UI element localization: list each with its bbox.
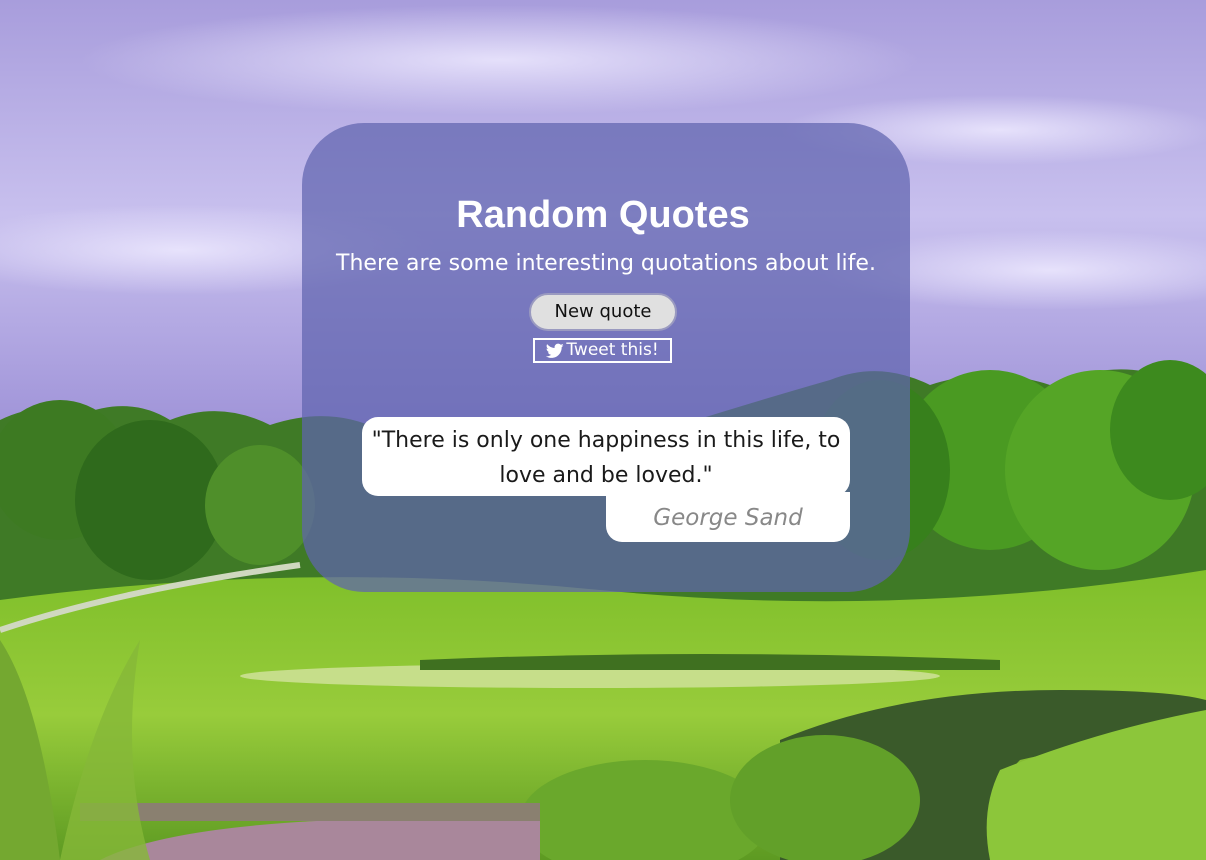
page-title: Random Quotes bbox=[456, 194, 750, 236]
tweet-button[interactable]: Tweet this! bbox=[533, 338, 672, 363]
quote-text: "There is only one happiness in this lif… bbox=[362, 417, 850, 496]
tweet-button-label: Tweet this! bbox=[566, 340, 659, 360]
new-quote-button[interactable]: New quote bbox=[529, 293, 677, 331]
page-subtitle: There are some interesting quotations ab… bbox=[336, 251, 876, 276]
twitter-bird-icon bbox=[546, 343, 565, 358]
quote-author: George Sand bbox=[606, 492, 850, 542]
